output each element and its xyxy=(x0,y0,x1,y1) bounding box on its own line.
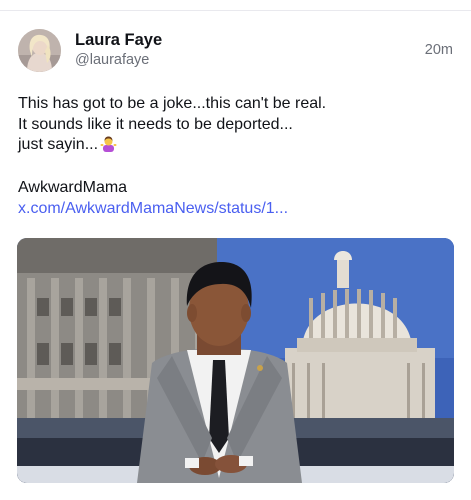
feed-post[interactable]: Laura Faye @laurafaye 20m This has got t… xyxy=(0,0,471,500)
post-text-line: just sayin... xyxy=(18,135,458,156)
person-shrugging-emoji-icon xyxy=(100,135,117,152)
post-text: This has got to be a joke...this can't b… xyxy=(18,94,458,156)
post-media-image[interactable] xyxy=(17,238,454,483)
post-text-line: It sounds like it needs to be deported..… xyxy=(18,115,293,133)
post-text-line: This has got to be a joke...this can't b… xyxy=(18,95,327,112)
author-name[interactable]: Laura Faye xyxy=(75,31,162,50)
post-timestamp: 20m xyxy=(424,42,453,58)
avatar-image xyxy=(18,29,61,72)
post-text-line-content: just sayin... xyxy=(18,136,99,153)
source-link[interactable]: x.com/AwkwardMamaNews/status/1... xyxy=(18,200,288,218)
avatar[interactable] xyxy=(18,29,61,72)
news-anchor-capitol-image xyxy=(17,238,454,483)
author-handle[interactable]: @laurafaye xyxy=(75,52,149,68)
source-name: AwkwardMama xyxy=(18,179,128,196)
